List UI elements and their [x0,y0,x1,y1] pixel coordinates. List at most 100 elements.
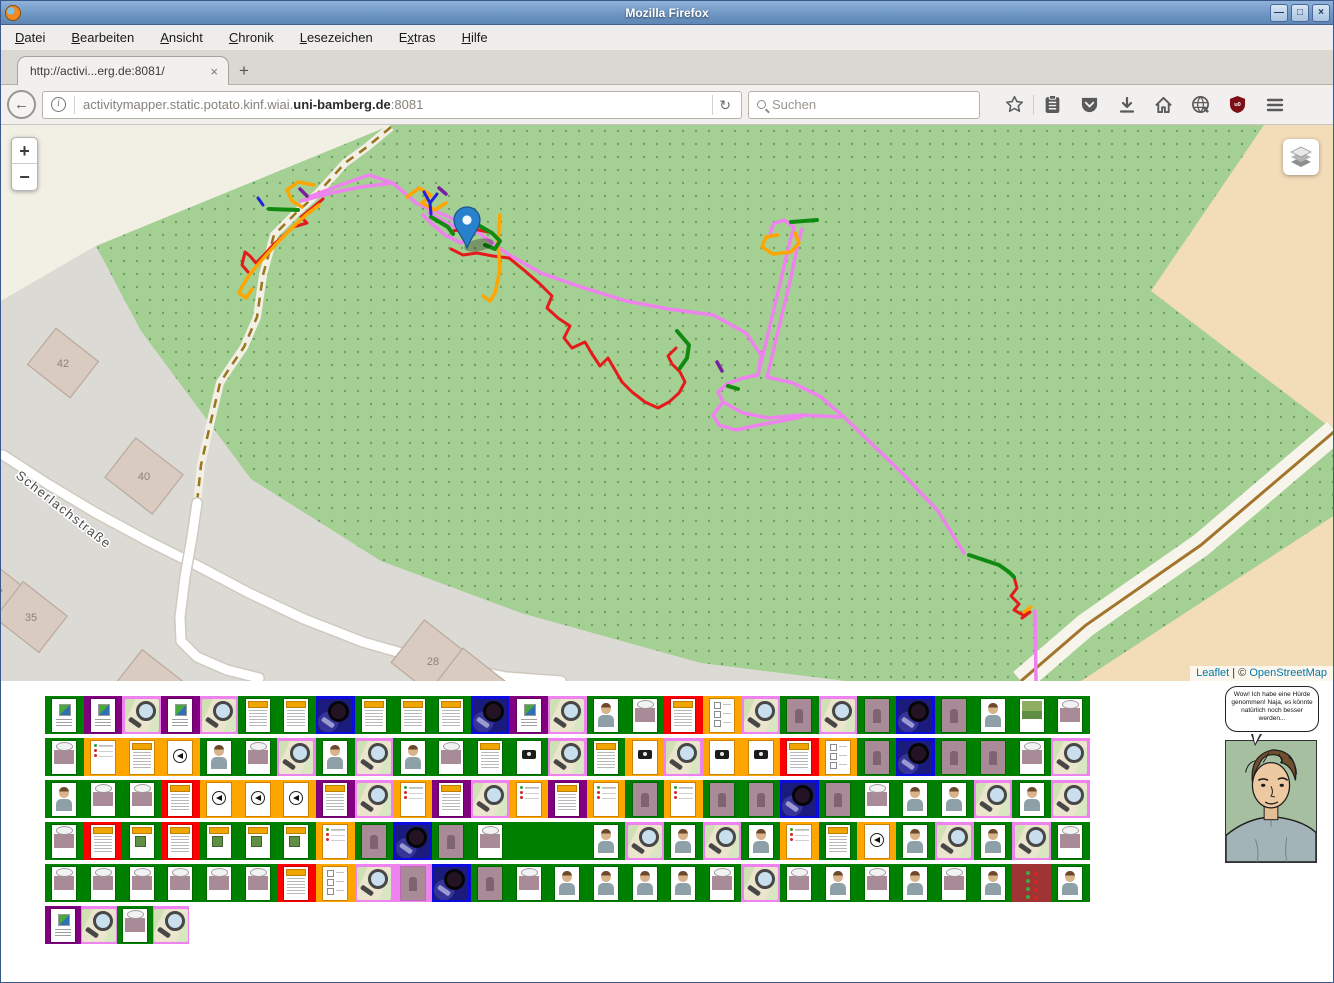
activity-tile-form[interactable] [277,696,316,734]
activity-tile-osm[interactable] [471,780,510,818]
activity-tile-formphoto[interactable] [122,822,161,860]
activity-tile-comic[interactable] [161,864,200,902]
activity-tile-comic[interactable] [1051,696,1090,734]
activity-tile-avatar[interactable] [974,864,1013,902]
activity-tile-photo[interactable] [703,780,742,818]
activity-tile-checklist[interactable] [393,780,432,818]
activity-tile-darkmap[interactable] [432,864,471,902]
activity-tile-photo[interactable] [741,780,780,818]
menu-lesezeichen[interactable]: Lesezeichen [300,30,373,45]
activity-tile-applogo[interactable] [161,696,200,734]
activity-tile-osm[interactable] [1051,738,1090,776]
bookmark-star-icon[interactable] [996,90,1033,120]
activity-tile-audio[interactable] [161,738,200,776]
activity-tile-photoland[interactable] [1012,696,1051,734]
activity-tile-comic[interactable] [45,738,84,776]
activity-tile-osm[interactable] [974,780,1013,818]
activity-tile-avatar[interactable] [935,780,974,818]
activity-tile-comic[interactable] [122,780,161,818]
activity-tile-osm[interactable] [819,696,858,734]
activity-tile-applogo[interactable] [84,696,123,734]
menu-hilfe[interactable]: Hilfe [462,30,488,45]
activity-tile-osm[interactable] [200,696,239,734]
activity-tile-comic[interactable] [703,864,742,902]
activity-tile-avatar[interactable] [974,822,1013,860]
activity-tile-comic[interactable] [45,864,84,902]
activity-tile-avatar[interactable] [974,696,1013,734]
activity-tile-comic[interactable] [117,906,153,944]
activity-tile-form[interactable] [316,780,355,818]
menu-chronik[interactable]: Chronik [229,30,274,45]
activity-tile-comic[interactable] [780,864,819,902]
reload-icon[interactable]: ↻ [712,95,737,115]
download-icon[interactable] [1108,90,1145,120]
activity-tile-osm[interactable] [935,822,974,860]
activity-tile-form[interactable] [84,822,123,860]
activity-tile-avatar[interactable] [316,738,355,776]
activity-tile-avatar[interactable] [896,864,935,902]
activity-tile-form[interactable] [664,696,703,734]
activity-tile-photo[interactable] [935,738,974,776]
tab-close-icon[interactable]: × [208,64,220,79]
search-input[interactable]: Suchen [748,91,980,119]
activity-tile-avatar[interactable] [587,822,626,860]
site-info-icon[interactable]: i [51,97,66,112]
activity-tile-avatar[interactable] [896,822,935,860]
activity-tile-comic[interactable] [432,738,471,776]
activity-tile-plain[interactable] [548,822,587,860]
activity-tile-form[interactable] [471,738,510,776]
activity-tile-avatar[interactable] [587,864,626,902]
activity-tile-photo[interactable] [857,738,896,776]
activity-tile-avatar[interactable] [819,864,858,902]
menu-ansicht[interactable]: Ansicht [160,30,203,45]
ublock-shield-icon[interactable]: u0 [1219,90,1256,120]
url-text[interactable]: activitymapper.static.potato.kinf.wiai.u… [83,97,712,112]
activity-tile-comic[interactable] [84,864,123,902]
activity-tile-form[interactable] [161,780,200,818]
activity-tile-form[interactable] [819,822,858,860]
activity-tile-avatar[interactable] [587,696,626,734]
menu-bearbeiten[interactable]: Bearbeiten [71,30,134,45]
activity-tile-audio[interactable] [857,822,896,860]
activity-tile-comic[interactable] [1012,738,1051,776]
activity-tile-checklist[interactable] [780,822,819,860]
activity-tile-form[interactable] [238,696,277,734]
activity-tile-avatar[interactable] [200,738,239,776]
activity-tile-checklist[interactable] [509,780,548,818]
menu-button[interactable] [1256,90,1293,120]
activity-tile-hearts[interactable] [1012,864,1051,902]
activity-tile-photo[interactable] [393,864,432,902]
activity-tile-camera[interactable] [703,738,742,776]
activity-tile-comic[interactable] [84,780,123,818]
activity-tile-camera[interactable] [509,738,548,776]
activity-tile-checklist[interactable] [664,780,703,818]
activity-tile-osm[interactable] [277,738,316,776]
browser-tab[interactable]: http://activi...erg.de:8081/ × [17,56,229,85]
zoom-in-button[interactable]: + [12,138,37,164]
osm-link[interactable]: OpenStreetMap [1249,667,1327,679]
activity-tile-osm[interactable] [703,822,742,860]
activity-tile-formphoto[interactable] [200,822,239,860]
leaflet-map[interactable]: 42403735332826Scherlachstraße + − Leafle… [1,125,1333,681]
activity-tile-applogo[interactable] [45,696,84,734]
activity-tile-avatar[interactable] [625,864,664,902]
activity-tile-osm[interactable] [355,864,394,902]
activity-tile-osm[interactable] [122,696,161,734]
activity-tile-form[interactable] [161,822,200,860]
activity-tile-photo[interactable] [625,780,664,818]
activity-tile-avatar[interactable] [45,780,84,818]
activity-tile-darkmap[interactable] [471,696,510,734]
activity-tile-photo[interactable] [471,864,510,902]
activity-tile-camera[interactable] [625,738,664,776]
activity-tile-photo[interactable] [857,696,896,734]
activity-tile-audio[interactable] [200,780,239,818]
activity-tile-form[interactable] [432,696,471,734]
activity-tile-comic[interactable] [509,864,548,902]
activity-tile-form[interactable] [780,738,819,776]
activity-tile-osm[interactable] [664,738,703,776]
activity-tile-form[interactable] [432,780,471,818]
activity-tile-comic[interactable] [1051,822,1090,860]
activity-tile-checklist[interactable] [316,822,355,860]
activity-tile-story[interactable] [819,738,858,776]
activity-tile-darkmap[interactable] [896,738,935,776]
